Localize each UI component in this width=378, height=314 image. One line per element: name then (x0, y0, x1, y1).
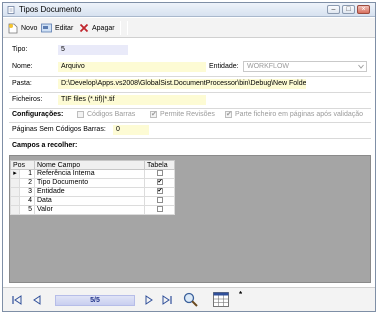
record-navigator: 5/5 * (3, 287, 375, 311)
row-selector[interactable]: ▸ (9, 169, 21, 179)
pos-cell[interactable]: 4 (19, 196, 35, 206)
new-document-icon (8, 23, 18, 33)
nome-campo-cell[interactable]: Data (34, 196, 145, 206)
last-record-icon[interactable] (161, 294, 173, 306)
header-nome-campo[interactable]: Nome Campo (34, 160, 145, 170)
table-row[interactable]: 3 Entidade ✔ (9, 187, 175, 197)
nome-campo-cell[interactable]: Referência Interna (34, 169, 145, 179)
toolbar-separator (127, 21, 128, 35)
divider (9, 108, 371, 109)
tabela-cell[interactable]: ✔ (144, 178, 175, 188)
window-title: Tipos Documento (19, 5, 82, 14)
pasta-label: Pasta: (12, 80, 32, 87)
table-row[interactable]: 4 Data (9, 196, 175, 206)
entidade-label: Entidade: (209, 63, 239, 70)
entidade-select[interactable]: WORKFLOW (243, 61, 367, 72)
tabela-cell[interactable] (144, 196, 175, 206)
header-tabela[interactable]: Tabela (144, 160, 175, 170)
toolbar-separator (120, 21, 121, 35)
divider (9, 92, 371, 93)
tabela-checkbox[interactable] (156, 170, 163, 177)
campos-grid: Pos Nome Campo Tabela ▸ 1 Referência Int… (9, 160, 175, 215)
campos-label: Campos a recolher: (12, 142, 78, 149)
row-selector[interactable] (9, 178, 21, 188)
parte-ficheiro-checkbox[interactable]: ✔ (225, 111, 232, 118)
toolbar: Novo Editar Apagar (3, 18, 375, 38)
search-icon[interactable] (183, 292, 198, 307)
divider (9, 76, 371, 77)
codigos-barras-checkbox[interactable] (77, 111, 84, 118)
edit-label: Editar (55, 24, 74, 32)
chevron-down-icon (358, 64, 364, 69)
delete-label: Apagar (92, 24, 115, 32)
nome-field[interactable]: Arquivo (58, 62, 206, 72)
tabela-checkbox[interactable] (156, 197, 163, 204)
tabela-checkbox[interactable]: ✔ (156, 179, 163, 186)
parte-ficheiro-label: Parte ficheiro em páginas após validação (235, 111, 364, 118)
pos-cell[interactable]: 5 (19, 205, 35, 215)
divider (9, 138, 371, 139)
new-label: Novo (21, 24, 38, 32)
table-row[interactable]: 2 Tipo Documento ✔ (9, 178, 175, 188)
ficheiros-field[interactable]: TIF files (*.tif)|*.tif (58, 95, 206, 105)
tipo-field[interactable]: 5 (58, 45, 128, 55)
tabela-cell[interactable] (144, 169, 175, 179)
maximize-button[interactable]: □ (342, 5, 355, 14)
row-selector[interactable] (9, 196, 21, 206)
new-button[interactable]: Novo (8, 22, 37, 34)
tabela-cell[interactable]: ✔ (144, 187, 175, 197)
document-icon (7, 6, 15, 14)
next-record-icon[interactable] (143, 294, 155, 306)
entidade-value: WORKFLOW (247, 63, 289, 70)
new-record-marker: * (239, 290, 243, 299)
pos-cell[interactable]: 1 (19, 169, 35, 179)
codigos-barras-label: Códigos Barras (87, 111, 136, 118)
paginas-sem-field[interactable]: 0 (113, 125, 149, 135)
nome-label: Nome: (12, 63, 33, 70)
divider (9, 122, 371, 123)
pos-cell[interactable]: 3 (19, 187, 35, 197)
grid-header-row: Pos Nome Campo Tabela (10, 160, 175, 170)
nome-campo-cell[interactable]: Tipo Documento (34, 178, 145, 188)
table-view-icon[interactable] (213, 292, 229, 307)
delete-x-icon (79, 23, 89, 33)
tabela-cell[interactable] (144, 205, 175, 215)
row-selector[interactable] (9, 187, 21, 197)
pos-cell[interactable]: 2 (19, 178, 35, 188)
header-pos[interactable]: Pos (10, 160, 35, 170)
tabela-checkbox[interactable] (156, 206, 163, 213)
tipos-documento-window: Tipos Documento – □ × Novo Editar Apagar (2, 2, 376, 312)
first-record-icon[interactable] (11, 294, 23, 306)
title-bar[interactable]: Tipos Documento – □ × (3, 3, 375, 17)
minimize-button[interactable]: – (327, 5, 340, 14)
tabela-checkbox[interactable]: ✔ (156, 188, 163, 195)
pasta-field[interactable]: D:\Develop\Apps.vs2008\GlobalSist.Docume… (58, 79, 306, 89)
campos-grid-area: Pos Nome Campo Tabela ▸ 1 Referência Int… (9, 155, 371, 283)
tipo-label: Tipo: (12, 46, 28, 53)
edit-icon (41, 23, 52, 33)
row-selector[interactable] (9, 205, 21, 215)
close-button[interactable]: × (357, 5, 370, 14)
table-row[interactable]: 5 Valor (9, 205, 175, 215)
ficheiros-label: Ficheiros: (12, 96, 43, 103)
edit-button[interactable]: Editar (41, 22, 73, 34)
permite-revisoes-label: Permite Revisões (160, 111, 215, 118)
configuracoes-label: Configurações: (12, 111, 64, 118)
nome-campo-cell[interactable]: Entidade (34, 187, 145, 197)
previous-record-icon[interactable] (31, 294, 43, 306)
paginas-sem-label: Páginas Sem Códigos Barras: (12, 126, 106, 133)
nome-campo-cell[interactable]: Valor (34, 205, 145, 215)
record-count: 5/5 (55, 295, 135, 306)
table-row[interactable]: ▸ 1 Referência Interna (9, 169, 175, 179)
delete-button[interactable]: Apagar (79, 22, 115, 34)
permite-revisoes-checkbox[interactable]: ✔ (150, 111, 157, 118)
